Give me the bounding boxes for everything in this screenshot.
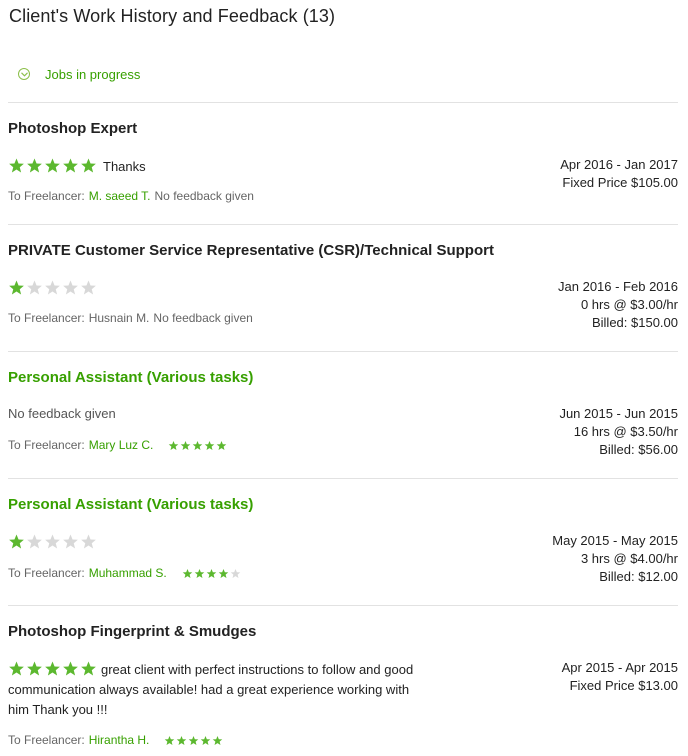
job-rate: 16 hrs @ $3.50/hr bbox=[573, 424, 678, 439]
job-item: Personal Assistant (Various tasks) To Fr… bbox=[8, 496, 678, 602]
job-meta: Apr 2016 - Jan 2017 Fixed Price $105.00 bbox=[560, 156, 678, 192]
job-rate: Fixed Price $105.00 bbox=[562, 175, 678, 190]
star-icon bbox=[181, 440, 191, 450]
page-title: Client's Work History and Feedback (13) bbox=[9, 6, 336, 26]
job-rate: 0 hrs @ $3.00/hr bbox=[580, 297, 678, 312]
freelancer-feedback-status: No feedback given bbox=[154, 189, 254, 203]
freelancer-prefix: To Freelancer: bbox=[8, 311, 85, 325]
job-meta: May 2015 - May 2015 3 hrs @ $4.00/hr Bil… bbox=[552, 532, 678, 586]
job-title: PRIVATE Customer Service Representative … bbox=[8, 242, 494, 259]
divider bbox=[8, 224, 678, 225]
freelancer-feedback-line: To Freelancer: M. saeed T. No feedback g… bbox=[8, 189, 254, 203]
client-feedback: great client with perfect instructions t… bbox=[8, 662, 414, 717]
star-icon bbox=[27, 158, 42, 173]
client-rating-stars bbox=[8, 157, 97, 174]
client-feedback: Thanks bbox=[103, 159, 146, 174]
jobs-in-progress-toggle[interactable]: Jobs in progress bbox=[18, 64, 140, 84]
freelancer-prefix: To Freelancer: bbox=[8, 733, 85, 747]
star-icon bbox=[230, 568, 241, 578]
star-icon bbox=[177, 735, 187, 745]
job-dates: Apr 2016 - Jan 2017 bbox=[560, 157, 678, 172]
star-icon bbox=[189, 735, 199, 745]
client-rating-stars bbox=[8, 533, 97, 550]
freelancer-feedback-status: No feedback given bbox=[153, 311, 253, 325]
star-icon bbox=[81, 280, 96, 295]
job-title: Photoshop Expert bbox=[8, 120, 138, 137]
freelancer-prefix: To Freelancer: bbox=[8, 189, 85, 203]
star-icon bbox=[9, 280, 24, 295]
freelancer-feedback-line: To Freelancer: Husnain M. No feedback gi… bbox=[8, 311, 253, 325]
divider bbox=[8, 102, 678, 103]
freelancer-name-link[interactable]: M. saeed T. bbox=[89, 189, 151, 203]
freelancer-feedback-line: To Freelancer: Hirantha H. bbox=[8, 733, 223, 747]
star-icon bbox=[45, 534, 60, 549]
star-icon bbox=[27, 534, 42, 549]
job-item: PRIVATE Customer Service Representative … bbox=[8, 242, 678, 348]
job-title-link[interactable]: Personal Assistant (Various tasks) bbox=[8, 369, 253, 386]
star-icon bbox=[182, 568, 193, 578]
freelancer-feedback-line: To Freelancer: Muhammad S. bbox=[8, 566, 241, 580]
job-title-link[interactable]: Personal Assistant (Various tasks) bbox=[8, 496, 253, 513]
freelancer-rating-stars bbox=[168, 440, 227, 451]
divider bbox=[8, 478, 678, 479]
job-meta: Jan 2016 - Feb 2016 0 hrs @ $3.00/hr Bil… bbox=[558, 278, 678, 332]
job-rate: Fixed Price $13.00 bbox=[569, 678, 678, 693]
jobs-in-progress-label: Jobs in progress bbox=[45, 66, 141, 82]
star-icon bbox=[193, 440, 203, 450]
star-icon bbox=[9, 158, 24, 173]
job-title: Photoshop Fingerprint & Smudges bbox=[8, 623, 257, 640]
divider bbox=[8, 605, 678, 606]
star-icon bbox=[217, 440, 227, 450]
star-icon bbox=[169, 440, 179, 450]
star-icon bbox=[165, 735, 175, 745]
chevron-down-icon bbox=[18, 68, 30, 80]
star-icon bbox=[201, 735, 211, 745]
job-dates: May 2015 - May 2015 bbox=[552, 533, 678, 548]
client-rating-stars bbox=[8, 279, 97, 296]
job-billed: Billed: $56.00 bbox=[599, 442, 678, 457]
star-icon bbox=[205, 440, 215, 450]
freelancer-name-link[interactable]: Hirantha H. bbox=[89, 733, 150, 747]
star-icon bbox=[206, 568, 217, 578]
star-icon bbox=[63, 534, 78, 549]
star-icon bbox=[45, 280, 60, 295]
job-item: Photoshop Expert Thanks To Freelancer: M… bbox=[8, 120, 678, 220]
freelancer-rating-stars bbox=[182, 568, 241, 579]
job-dates: Jan 2016 - Feb 2016 bbox=[558, 279, 678, 294]
star-icon bbox=[63, 280, 78, 295]
job-rate: 3 hrs @ $4.00/hr bbox=[580, 551, 678, 566]
freelancer-name-link[interactable]: Mary Luz C. bbox=[89, 438, 154, 452]
job-item: Personal Assistant (Various tasks) No fe… bbox=[8, 369, 678, 475]
freelancer-feedback-line: To Freelancer: Mary Luz C. bbox=[8, 438, 227, 452]
star-icon bbox=[45, 158, 60, 173]
job-billed: Billed: $12.00 bbox=[599, 569, 678, 584]
star-icon bbox=[9, 534, 24, 549]
client-feedback: No feedback given bbox=[8, 406, 116, 421]
star-icon bbox=[213, 735, 223, 745]
freelancer-name: Husnain M. bbox=[88, 311, 150, 325]
star-icon bbox=[81, 534, 96, 549]
job-dates: Apr 2015 - Apr 2015 bbox=[561, 660, 678, 675]
job-item: Photoshop Fingerprint & Smudges great cl… bbox=[8, 623, 678, 753]
freelancer-prefix: To Freelancer: bbox=[8, 566, 85, 580]
divider bbox=[8, 351, 678, 352]
job-billed: Billed: $150.00 bbox=[591, 315, 678, 330]
star-icon bbox=[27, 280, 42, 295]
freelancer-rating-stars bbox=[164, 735, 223, 746]
job-meta: Jun 2015 - Jun 2015 16 hrs @ $3.50/hr Bi… bbox=[559, 405, 678, 459]
star-icon bbox=[63, 158, 78, 173]
star-icon bbox=[194, 568, 205, 578]
star-icon bbox=[218, 568, 229, 578]
freelancer-name-link[interactable]: Muhammad S. bbox=[89, 566, 167, 580]
freelancer-prefix: To Freelancer: bbox=[8, 438, 85, 452]
star-icon bbox=[81, 158, 96, 173]
job-dates: Jun 2015 - Jun 2015 bbox=[559, 406, 678, 421]
job-meta: Apr 2015 - Apr 2015 Fixed Price $13.00 bbox=[562, 659, 678, 695]
